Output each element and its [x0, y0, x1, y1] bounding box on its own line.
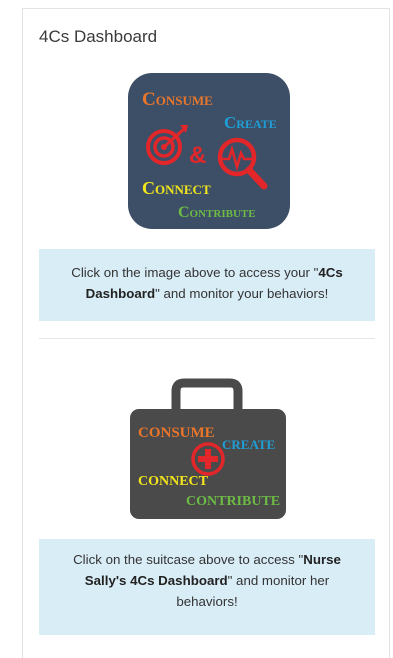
notice-text: " and monitor your behaviors!	[155, 286, 329, 301]
case-create-word: CREATE	[222, 437, 275, 452]
create-word: Create	[224, 113, 277, 132]
ampersand-symbol: &	[189, 142, 206, 169]
notice-text: Click on the image above to access your …	[71, 265, 319, 280]
dashboard-info-notice: Click on the image above to access your …	[39, 249, 375, 321]
4cs-logo-icon: Consume Create & Connect Contribute	[128, 73, 290, 229]
case-connect-word: CONNECT	[138, 474, 209, 489]
case-consume-word: CONSUME	[138, 425, 215, 441]
dashboard-card: 4Cs Dashboard Consume Create & Connect C	[22, 8, 390, 658]
notice-text: Click on the suitcase above to access "	[73, 552, 304, 567]
case-contribute-word: CONTRIBUTE	[186, 494, 280, 509]
suitcase-info-notice: Click on the suitcase above to access "N…	[39, 539, 375, 635]
nurse-sally-suitcase-link[interactable]: CONSUME CREATE CONNECT CONTRIBUTE	[130, 375, 286, 519]
consume-word: Consume	[142, 89, 213, 110]
4cs-dashboard-image-link[interactable]: Consume Create & Connect Contribute	[128, 73, 290, 229]
divider	[39, 338, 375, 339]
connect-word: Connect	[142, 178, 211, 198]
suitcase-icon: CONSUME CREATE CONNECT CONTRIBUTE	[130, 378, 286, 519]
card-title: 4Cs Dashboard	[39, 27, 158, 46]
contribute-word: Contribute	[178, 204, 256, 221]
